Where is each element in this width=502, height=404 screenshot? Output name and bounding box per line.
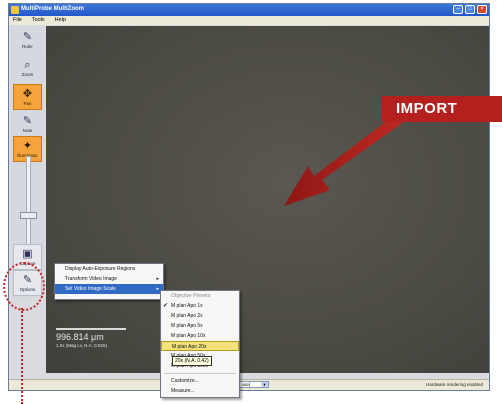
annotation-arrow-icon xyxy=(284,110,412,206)
menu-tools[interactable]: Tools xyxy=(28,16,49,24)
zoom-icon: ⌕ xyxy=(24,59,31,71)
pan-icon: ✥ xyxy=(22,88,33,100)
checkmark-icon: ✔ xyxy=(163,303,169,309)
menu-item-preset[interactable]: ✔ M plan Apo 1x xyxy=(161,301,239,311)
menu-item-customize[interactable]: Customize... xyxy=(161,376,239,386)
zoom-tool-button[interactable]: ⌕ Zoom xyxy=(13,56,42,82)
status-bar: 0528857-43 (in use) ▼ Hardware rendering… xyxy=(9,379,489,390)
capture-icon: ▣ xyxy=(22,248,33,260)
chevron-down-icon[interactable]: ▼ xyxy=(261,382,268,387)
scale-readout: 996.814 μm 1.0x (Mag Lv, N.A. 0.025) xyxy=(56,328,126,348)
menu-item-measure[interactable]: Measure... xyxy=(161,386,239,396)
submenu-arrow-icon: ▸ xyxy=(156,286,159,292)
menu-item-preset-highlighted[interactable]: M plan Apo 20x xyxy=(161,341,239,351)
menu-header-objective-presets: Objective Presets: xyxy=(171,293,212,299)
scale-submenu: Objective Presets: ✔ M plan Apo 1x M plan… xyxy=(160,290,240,398)
video-viewport[interactable]: 996.814 μm 1.0x (Mag Lv, N.A. 0.025) xyxy=(46,26,489,373)
menu-item-set-scale[interactable]: Set Video Image Scale ▸ xyxy=(55,284,163,294)
options-highlight-ring xyxy=(3,262,45,311)
menu-help[interactable]: Help xyxy=(51,16,70,24)
tool-palette: ✎ Ruler ⌕ Zoom ✥ Pan ✎ Note ✦ Illuminato… xyxy=(11,26,44,298)
window-title: MultiProbe MultiZoom xyxy=(21,6,84,12)
menu-item-preset[interactable]: M plan Apo 10x xyxy=(161,331,239,341)
annotation-dotted-line xyxy=(21,308,23,404)
note-tool-button[interactable]: ✎ Note xyxy=(13,112,42,138)
menu-file[interactable]: File xyxy=(9,16,26,24)
menu-item-preset[interactable]: M plan Apo 5x xyxy=(161,321,239,331)
minimize-button[interactable]: – xyxy=(453,5,463,14)
menu-item-auto-exposure[interactable]: Display Auto-Exposure Regions xyxy=(55,264,163,274)
close-button[interactable]: × xyxy=(477,5,487,14)
menu-item-transform-video[interactable]: Transform Video Image ▸ xyxy=(55,274,163,284)
annotation-banner: IMPORT xyxy=(382,96,502,122)
pan-tool-button[interactable]: ✥ Pan xyxy=(13,84,42,110)
app-icon xyxy=(11,6,19,14)
preset-tooltip: 20x (N.A. 0.42) xyxy=(172,356,212,366)
submenu-arrow-icon: ▸ xyxy=(156,276,159,282)
options-menu: Display Auto-Exposure Regions Transform … xyxy=(54,263,164,300)
ruler-icon: ✎ xyxy=(22,31,33,43)
note-icon: ✎ xyxy=(22,115,33,127)
ruler-tool-button[interactable]: ✎ Ruler xyxy=(13,28,42,54)
menu-item-preset[interactable]: M plan Apo 2x xyxy=(161,311,239,321)
scale-bar-line xyxy=(56,328,126,330)
render-status: Hardware rendering enabled xyxy=(425,382,483,387)
menu-bar: File Tools Help xyxy=(9,16,489,25)
illumination-slider-thumb[interactable] xyxy=(20,212,37,219)
title-bar: MultiProbe MultiZoom – □ × xyxy=(9,4,489,16)
illuminator-icon: ✦ xyxy=(22,140,33,152)
illumination-slider-track[interactable] xyxy=(26,156,31,258)
maximize-button[interactable]: □ xyxy=(465,5,475,14)
menu-separator xyxy=(164,373,236,374)
